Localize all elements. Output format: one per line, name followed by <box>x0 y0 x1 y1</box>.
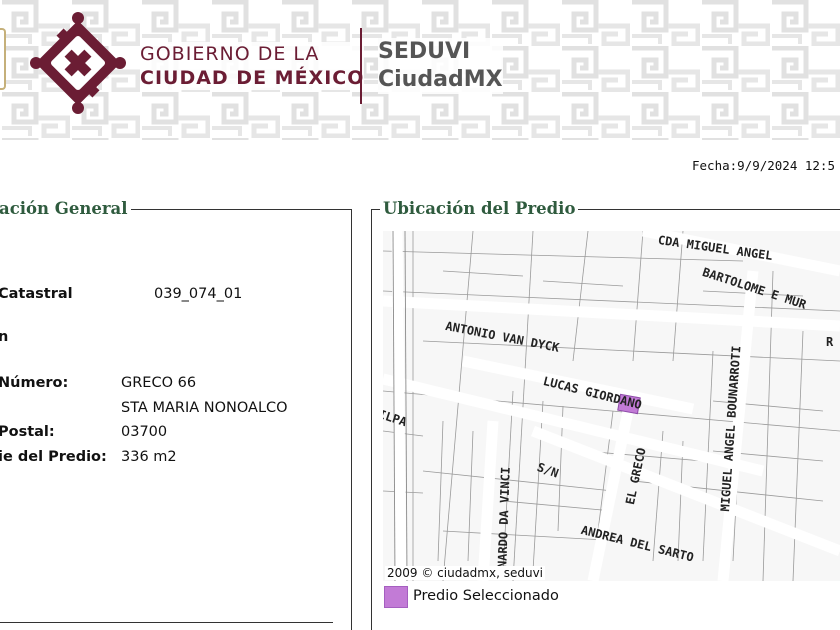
calle-numero-label: Número: <box>0 375 69 391</box>
ubicacion-title: Ubicación del Predio <box>380 199 579 219</box>
agency-line2: CiudadMX <box>378 67 503 92</box>
location-map[interactable]: CDA MIGUEL ANGEL BARTOLOME E MUR R ANTON… <box>383 231 840 581</box>
agency-line1: SEDUVI <box>378 39 471 64</box>
header-banner: GOBIERNO DE LA CIUDAD DE MÉXICO SEDUVI C… <box>0 0 840 140</box>
agency-wordmark: SEDUVI CiudadMX <box>378 38 503 94</box>
direccion-label: n <box>0 329 9 345</box>
print-date: Fecha:9/9/2024 12:5 <box>692 158 835 173</box>
general-info-title: ación General <box>0 199 131 219</box>
bottom-divider <box>0 622 333 623</box>
gobierno-line1: GOBIERNO DE LA <box>140 43 320 65</box>
colonia-value: STA MARIA NONOALCO <box>121 400 288 416</box>
map-drawing <box>383 231 840 581</box>
codigo-postal-label: Postal: <box>0 424 55 440</box>
shield-edge-icon <box>0 28 6 90</box>
header-divider <box>360 28 362 104</box>
gobierno-wordmark: GOBIERNO DE LA CIUDAD DE MÉXICO <box>140 42 365 90</box>
calle-numero-value: GRECO 66 <box>121 375 197 391</box>
superficie-value: 336 m2 <box>121 449 177 465</box>
map-copyright: 2009 © ciudadmx, seduvi <box>385 566 546 580</box>
superficie-label: ie del Predio: <box>0 449 107 465</box>
selected-parcel-swatch <box>384 586 408 608</box>
gobierno-line2: CIUDAD DE MÉXICO <box>140 67 365 89</box>
general-info-panel <box>0 209 352 630</box>
cdmx-logo-icon <box>30 12 126 114</box>
street-label-r: R <box>826 335 834 349</box>
selected-parcel-legend: Predio Seleccionado <box>413 588 559 604</box>
cuenta-catastral-label: Catastral <box>0 286 73 302</box>
codigo-postal-value: 03700 <box>121 424 168 440</box>
cuenta-catastral-value: 039_074_01 <box>154 286 243 302</box>
